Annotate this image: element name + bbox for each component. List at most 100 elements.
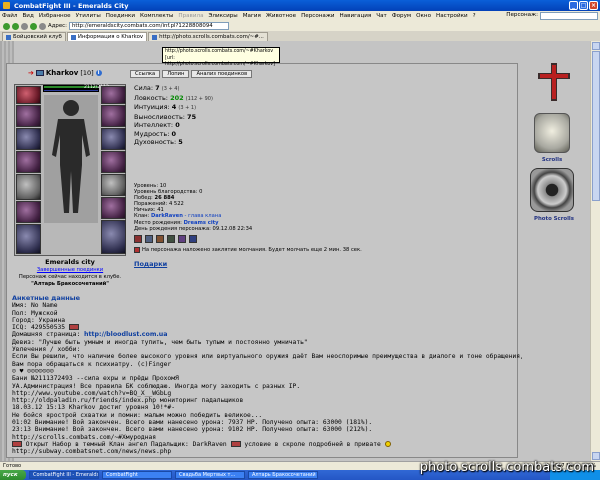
- sword-emblem-icon: [538, 63, 570, 101]
- minimize-button[interactable]: _: [569, 1, 578, 10]
- weapon-right-slot[interactable]: [101, 151, 126, 173]
- subway-news-link[interactable]: http://subway.combatsnet.com/news/news.p…: [12, 448, 522, 455]
- window-buttons: _ □ ×: [569, 1, 598, 10]
- profile-questionnaire: Анкетные данные Имя: No Name Пол: Мужско…: [12, 294, 522, 456]
- address-input[interactable]: http://emeraldscity.combats.com/inf.pl?1…: [68, 22, 229, 30]
- armor-slot[interactable]: [16, 174, 41, 200]
- finished-fights-link[interactable]: Завершенные поединки: [14, 267, 126, 273]
- refresh-icon[interactable]: [30, 22, 37, 30]
- scroll-down-button[interactable]: [592, 452, 600, 460]
- pants-slot[interactable]: [101, 197, 126, 219]
- homepage-link[interactable]: http://bloodlust.com.ua: [84, 331, 168, 338]
- ring-slot[interactable]: [101, 86, 126, 104]
- tab-bar: Бойцовский клуб Информация о Kharkov htt…: [0, 31, 600, 41]
- menu-magic[interactable]: Магия: [243, 13, 261, 19]
- home-icon[interactable]: [39, 22, 46, 30]
- stat-row: Интуиция: 4 (3 + 1): [134, 103, 197, 111]
- effect-icon[interactable]: [178, 235, 186, 243]
- helmet-slot[interactable]: [16, 86, 41, 104]
- stats-list: Сила: 7 (3 + 4) Ловкость: 202 (112 + 90)…: [134, 84, 213, 147]
- menu-favorites[interactable]: Избранное: [39, 13, 71, 19]
- close-button[interactable]: ×: [589, 1, 598, 10]
- clan-badge-icon: [230, 440, 241, 447]
- youtube-link[interactable]: http://www.youtube.com/watch?v=BQ_X__WGb…: [12, 390, 522, 397]
- stat-row: Выносливость: 75: [134, 112, 197, 121]
- menu-characters[interactable]: Персонажи: [301, 13, 334, 19]
- menu-file[interactable]: Файл: [2, 13, 17, 19]
- page-icon: [70, 34, 76, 40]
- gifts-link[interactable]: Подарки: [134, 260, 167, 268]
- stop-icon[interactable]: [21, 22, 28, 30]
- arrow-icon: ➔: [28, 69, 34, 77]
- effect-icon[interactable]: [134, 235, 142, 243]
- menu-fights[interactable]: Поединки: [106, 13, 135, 19]
- stat-row: Сила: 7 (3 + 4): [134, 84, 180, 92]
- back-icon[interactable]: [3, 22, 10, 30]
- menu-view[interactable]: Вид: [22, 13, 33, 19]
- vertical-scrollbar[interactable]: [590, 41, 600, 461]
- location-text: Персонаж сейчас находится в клубе.: [18, 274, 122, 280]
- location-name: "Алтарь Бракосочетаний": [31, 281, 109, 287]
- character-name-row: ➔ Kharkov [10] i: [28, 69, 102, 77]
- weapon-left-slot[interactable]: [16, 151, 41, 173]
- menu-settings[interactable]: Настройки: [436, 13, 468, 19]
- menu-help[interactable]: ?: [473, 13, 476, 19]
- earrings-slot[interactable]: [16, 105, 41, 127]
- clan-emblem-icon[interactable]: [35, 70, 44, 76]
- menu-utilities[interactable]: Утилиты: [76, 13, 101, 19]
- effect-icon[interactable]: [189, 235, 197, 243]
- taskbar-item[interactable]: Алтарь Бракосочетаний: [248, 471, 318, 479]
- maximize-button[interactable]: □: [579, 1, 588, 10]
- shield-slot[interactable]: [101, 128, 126, 150]
- menu-window[interactable]: Окно: [416, 13, 431, 19]
- link-button[interactable]: Ссылка: [130, 70, 161, 78]
- tab-info-kharkov[interactable]: Информация о Kharkov: [66, 32, 148, 41]
- scroll-up-button[interactable]: [592, 42, 600, 50]
- rune-slot[interactable]: [101, 220, 126, 254]
- menu-animal[interactable]: Животное: [266, 13, 296, 19]
- menu-navigation[interactable]: Навигация: [340, 13, 372, 19]
- page-content: ➔ Kharkov [10] i Ссылка Лопин Анализ пое…: [0, 41, 590, 461]
- mana-bar: [43, 89, 99, 92]
- menu-rules[interactable]: Правила: [178, 13, 203, 19]
- effect-icon[interactable]: [156, 235, 164, 243]
- window-title: CombatFight III - Emeralds City: [14, 1, 129, 10]
- effects-row: [134, 235, 197, 243]
- silence-icon: [134, 247, 140, 253]
- scrolls-url-link[interactable]: http://scrolls.combats.com/~#Хмуродная: [12, 434, 522, 441]
- forward-icon[interactable]: [12, 22, 19, 30]
- scroll-icon[interactable]: [534, 113, 570, 153]
- smiley-icon: [384, 440, 391, 447]
- tab-photo-scrolls[interactable]: http://photo.scrolls.combats.com/~#...: [148, 32, 268, 41]
- photo-scrolls-link[interactable]: Photo Scrolls: [526, 216, 582, 222]
- taskbar-item[interactable]: Свадьба Мертвых т...: [175, 471, 245, 479]
- status-text: Готово: [3, 463, 22, 469]
- clan-link[interactable]: DarkRaven: [151, 213, 183, 219]
- character-search-input[interactable]: [540, 12, 598, 20]
- tab-combat-club[interactable]: Бойцовский клуб: [2, 32, 66, 41]
- fight-analysis-button[interactable]: Анализ поединков: [191, 70, 253, 78]
- camera-icon[interactable]: [530, 168, 574, 212]
- scrolls-link[interactable]: Scrolls: [528, 157, 576, 163]
- menu-chat[interactable]: Чат: [376, 13, 387, 19]
- menu-sets[interactable]: Комплекты: [140, 13, 173, 19]
- scroll-thumb[interactable]: [592, 51, 600, 201]
- menu-elixirs[interactable]: Эликсиры: [209, 13, 238, 19]
- effect-icon[interactable]: [167, 235, 175, 243]
- taskbar-item[interactable]: CombatFight III - Emeralds City: [29, 471, 99, 479]
- info-icon[interactable]: i: [95, 70, 102, 76]
- log-button[interactable]: Лопин: [162, 70, 190, 78]
- effect-icon[interactable]: [145, 235, 153, 243]
- belt-slot[interactable]: [16, 201, 41, 223]
- window-titlebar: CombatFight III - Emeralds City _ □ ×: [0, 0, 600, 11]
- amulet-slot[interactable]: [16, 128, 41, 150]
- silence-notice: На персонажа наложено заклятие молчания.…: [134, 247, 362, 253]
- page-icon: [152, 34, 158, 40]
- menu-forum[interactable]: Форум: [392, 13, 411, 19]
- bracers-slot[interactable]: [101, 174, 126, 196]
- taskbar-item[interactable]: CombatFight: [102, 471, 172, 479]
- start-button[interactable]: пуск: [0, 470, 26, 480]
- boots-slot[interactable]: [16, 224, 41, 254]
- gloves-slot[interactable]: [101, 105, 126, 127]
- city-name: Emeralds city: [45, 258, 95, 266]
